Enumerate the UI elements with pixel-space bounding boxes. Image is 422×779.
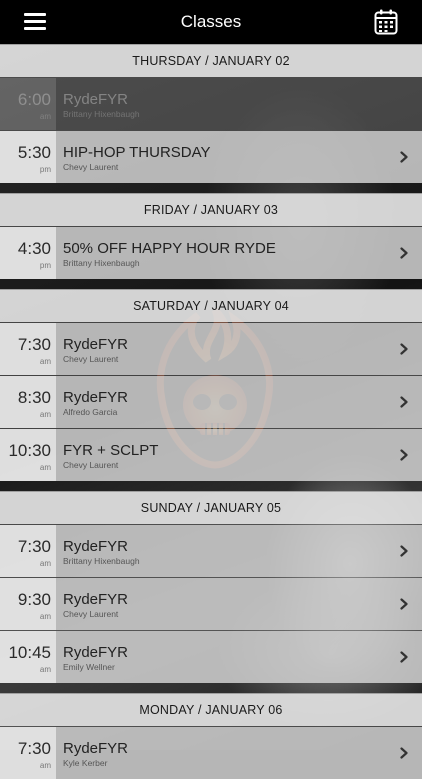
class-time: 10:30 [8, 441, 51, 460]
class-time: 8:30 [17, 388, 51, 407]
class-row[interactable]: 7:30 am RydeFYR Chevy Laurent [0, 322, 422, 375]
day-header: SUNDAY / JANUARY 05 [0, 491, 422, 524]
class-info: RydeFYR Chevy Laurent [56, 578, 422, 630]
class-row[interactable]: 5:30 pm HIP-HOP THURSDAY Chevy Laurent [0, 130, 422, 183]
class-instructor: Chevy Laurent [63, 162, 119, 172]
class-instructor: Emily Wellner [63, 662, 115, 672]
class-info: FYR + SCLPT Chevy Laurent [56, 429, 422, 481]
class-row[interactable]: 6:00 am RydeFYR Brittany Hixenbaugh [0, 77, 422, 130]
class-info: RydeFYR Emily Wellner [56, 631, 422, 683]
class-time: 7:30 [17, 739, 51, 758]
day-header: THURSDAY / JANUARY 02 [0, 44, 422, 77]
class-info: RydeFYR Brittany Hixenbaugh [56, 78, 422, 130]
class-title: 50% OFF HAPPY HOUR RYDE [63, 240, 276, 257]
day-separator [0, 683, 422, 693]
class-row[interactable]: 7:30 am RydeFYR Brittany Hixenbaugh [0, 524, 422, 577]
class-instructor: Alfredo Garcia [63, 407, 118, 417]
class-row[interactable]: 4:30 pm 50% OFF HAPPY HOUR RYDE Brittany… [0, 226, 422, 279]
class-instructor: Chevy Laurent [63, 609, 119, 619]
day-header: MONDAY / JANUARY 06 [0, 693, 422, 726]
class-row[interactable]: 8:30 am RydeFYR Alfredo Garcia [0, 375, 422, 428]
class-row[interactable]: 9:30 am RydeFYR Chevy Laurent [0, 577, 422, 630]
chevron-right-icon[interactable] [400, 395, 408, 408]
page-title: Classes [180, 12, 242, 31]
class-row[interactable]: 7:30 am RydeFYR Kyle Kerber [0, 726, 422, 779]
class-row[interactable]: 10:45 am RydeFYR Emily Wellner [0, 630, 422, 683]
day-separator [0, 183, 422, 193]
day-header: FRIDAY / JANUARY 03 [0, 193, 422, 226]
class-instructor: Chevy Laurent [63, 460, 119, 470]
class-instructor: Kyle Kerber [63, 758, 108, 768]
class-ampm: am [39, 463, 51, 472]
class-ampm: pm [39, 261, 51, 270]
class-time: 5:30 [17, 143, 51, 162]
class-instructor: Brittany Hixenbaugh [63, 556, 140, 566]
class-title: FYR + SCLPT [63, 442, 159, 459]
class-ampm: am [39, 665, 51, 674]
class-title: RydeFYR [63, 644, 129, 661]
chevron-right-icon[interactable] [400, 150, 408, 163]
class-title: RydeFYR [63, 538, 129, 555]
day-header: SATURDAY / JANUARY 04 [0, 289, 422, 322]
class-time: 10:45 [8, 643, 51, 662]
class-ampm: am [39, 410, 51, 419]
day-separator [0, 279, 422, 289]
class-instructor: Brittany Hixenbaugh [63, 109, 140, 119]
time-column: 9:30 am [0, 578, 56, 630]
time-column: 7:30 am [0, 323, 56, 375]
class-time: 7:30 [17, 537, 51, 556]
chevron-right-icon[interactable] [400, 544, 408, 557]
class-title: RydeFYR [63, 389, 129, 406]
class-title: RydeFYR [63, 91, 129, 108]
class-ampm: am [39, 357, 51, 366]
class-time: 7:30 [17, 335, 51, 354]
chevron-right-icon[interactable] [400, 597, 408, 610]
class-info: RydeFYR Brittany Hixenbaugh [56, 525, 422, 577]
chevron-right-icon[interactable] [400, 650, 408, 663]
class-row[interactable]: 10:30 am FYR + SCLPT Chevy Laurent [0, 428, 422, 481]
class-info: RydeFYR Alfredo Garcia [56, 376, 422, 428]
class-title: HIP-HOP THURSDAY [63, 144, 211, 161]
time-column: 5:30 pm [0, 131, 56, 183]
class-info: RydeFYR Kyle Kerber [56, 727, 422, 779]
class-instructor: Brittany Hixenbaugh [63, 258, 140, 268]
class-time: 4:30 [17, 239, 51, 258]
day-separator [0, 481, 422, 491]
time-column: 7:30 am [0, 727, 56, 779]
time-column: 10:30 am [0, 429, 56, 481]
class-title: RydeFYR [63, 740, 129, 757]
class-title: RydeFYR [63, 336, 129, 353]
time-column: 8:30 am [0, 376, 56, 428]
chevron-right-icon[interactable] [400, 342, 408, 355]
class-time: 6:00 [17, 90, 51, 109]
class-info: 50% OFF HAPPY HOUR RYDE Brittany Hixenba… [56, 227, 422, 279]
chevron-right-icon[interactable] [400, 246, 408, 259]
class-schedule-list[interactable]: THURSDAY / JANUARY 02 6:00 am RydeFYR Br… [0, 44, 422, 779]
time-column: 10:45 am [0, 631, 56, 683]
class-info: HIP-HOP THURSDAY Chevy Laurent [56, 131, 422, 183]
calendar-icon[interactable] [374, 9, 398, 35]
app-header: Classes [0, 0, 422, 44]
class-ampm: pm [39, 165, 51, 174]
class-ampm: am [39, 761, 51, 770]
class-instructor: Chevy Laurent [63, 354, 119, 364]
time-column: 6:00 am [0, 78, 56, 130]
class-time: 9:30 [17, 590, 51, 609]
class-title: RydeFYR [63, 591, 129, 608]
chevron-right-icon[interactable] [400, 746, 408, 759]
time-column: 7:30 am [0, 525, 56, 577]
class-info: RydeFYR Chevy Laurent [56, 323, 422, 375]
time-column: 4:30 pm [0, 227, 56, 279]
chevron-right-icon[interactable] [400, 448, 408, 461]
class-ampm: am [39, 612, 51, 621]
class-ampm: am [39, 112, 51, 121]
class-ampm: am [39, 559, 51, 568]
